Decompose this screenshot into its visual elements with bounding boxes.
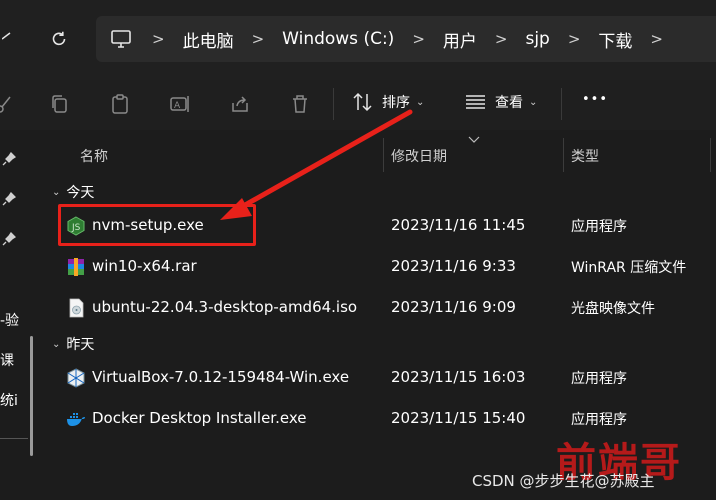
watermark-csdn: CSDN @步步生花@苏殿主 (472, 472, 655, 490)
annotation-arrow (220, 109, 413, 220)
